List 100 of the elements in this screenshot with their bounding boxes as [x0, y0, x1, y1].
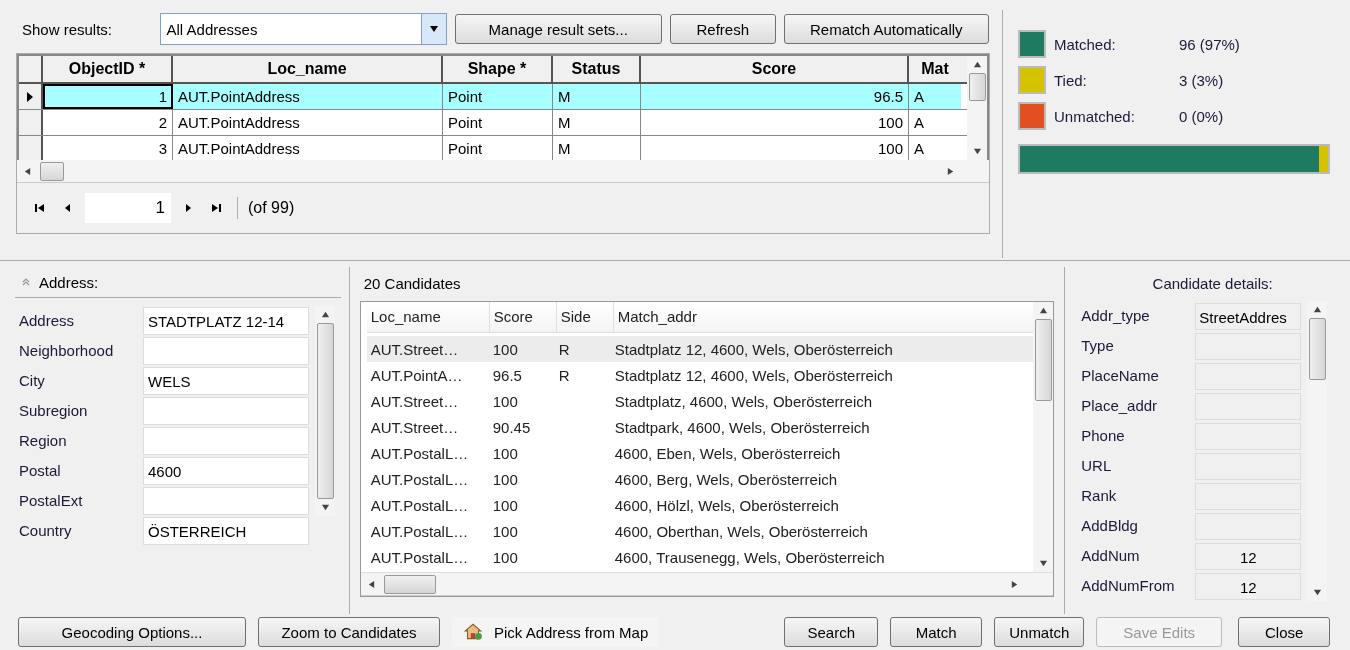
legend-label: Matched: [1054, 35, 1117, 53]
section-title: Candidate details: [1151, 274, 1274, 295]
table-cell-text: A [913, 113, 925, 133]
column-header[interactable]: Score [641, 56, 909, 82]
last-page-icon[interactable] [210, 203, 222, 213]
vertical-scrollbar[interactable] [1307, 301, 1328, 602]
horizontal-scrollbar[interactable] [17, 160, 989, 183]
toolbar-button[interactable]: Refresh [669, 14, 776, 44]
arrow-down-icon[interactable] [1312, 588, 1322, 598]
list-row[interactable]: AUT.Street… 90.45 Stadtpark, 4600, Wels, Oberösterreich [366, 414, 1034, 441]
scroll-thumb[interactable] [1034, 319, 1052, 402]
list-row[interactable]: AUT.Street… 100 R Stadtplatz 12, 4600, Wels, Oberösterreich [366, 336, 1034, 363]
first-page-icon[interactable] [34, 203, 46, 213]
vertical-scrollbar[interactable] [315, 306, 335, 517]
readonly-field: 12 [1195, 572, 1302, 600]
input-field[interactable] [143, 427, 309, 456]
legend-value: 0 (0%) [1179, 107, 1225, 125]
results-dropdown[interactable]: All Addresses [159, 13, 447, 45]
arrow-up-icon[interactable] [972, 60, 982, 69]
table-cell: 2 [43, 110, 173, 135]
action-button[interactable]: Search [784, 617, 879, 648]
action-button[interactable]: Zoom to Candidates [258, 617, 440, 648]
vertical-scrollbar[interactable] [1033, 302, 1054, 573]
action-button[interactable]: Match [890, 617, 983, 648]
readonly-field: 12 [1195, 542, 1302, 570]
row-header[interactable] [19, 84, 43, 109]
arrow-down-icon[interactable] [972, 147, 982, 156]
column-header[interactable]: Match_addr [613, 302, 1022, 333]
input-field[interactable] [143, 487, 309, 516]
list-row[interactable]: AUT.PostalL… 100 4600, Trausenegg, Wels, Oberösterreich [366, 544, 1034, 571]
scroll-thumb[interactable] [1308, 318, 1326, 381]
table-cell: AUT.PostalL… [370, 548, 469, 566]
row-header[interactable] [19, 110, 43, 135]
input-field[interactable]: WELS [143, 367, 309, 396]
scroll-thumb[interactable] [40, 161, 64, 181]
arrow-left-icon[interactable] [366, 579, 376, 589]
field-label: Type [1081, 336, 1115, 357]
table-cell: AUT.PostalL… [370, 470, 469, 488]
field-label: Subregion [19, 401, 89, 422]
list-row[interactable]: AUT.PostalL… 100 4600, Eben, Wels, Oberösterreich [366, 440, 1034, 467]
column-header[interactable]: Side [556, 302, 614, 333]
list-row[interactable]: AUT.PostalL… 100 4600, Hölzl, Wels, Oberösterreich [366, 492, 1034, 519]
input-field[interactable] [143, 337, 309, 366]
table-cell: R [558, 366, 570, 384]
action-button[interactable]: Unmatch [994, 617, 1085, 648]
toolbar-button[interactable]: Rematch Automatically [783, 14, 989, 44]
column-header[interactable]: Score [489, 302, 557, 333]
page-field[interactable]: 1 [85, 193, 171, 223]
column-header[interactable]: Loc_name [366, 302, 490, 333]
pick-address-tool[interactable]: Pick Address from Map [452, 617, 659, 648]
arrow-down-icon[interactable] [1038, 559, 1048, 569]
table-cell: 100 [492, 470, 518, 488]
table-cell: 100 [492, 340, 518, 358]
arrow-left-icon[interactable] [23, 166, 32, 176]
arrow-right-icon[interactable] [1010, 579, 1020, 589]
table-cell: Stadtplatz 12, 4600, Wels, Oberösterreich [614, 366, 893, 384]
toolbar-button[interactable]: Manage result sets... [454, 14, 662, 44]
arrow-up-icon[interactable] [1312, 305, 1322, 315]
table-cell: 4600, Oberthan, Wels, Oberösterreich [614, 522, 868, 540]
horizontal-scrollbar[interactable] [360, 572, 1054, 597]
input-field[interactable]: ÖSTERREICH [143, 517, 309, 546]
column-header[interactable]: Loc_name [173, 56, 443, 82]
table-cell: Stadtplatz, 4600, Wels, Oberösterreich [614, 392, 873, 410]
action-button[interactable]: Geocoding Options... [18, 617, 246, 648]
show-results-label: Show results: [21, 20, 114, 38]
input-field[interactable] [143, 397, 309, 426]
field-label: URL [1081, 456, 1113, 477]
column-header[interactable]: ObjectID * [43, 56, 173, 82]
arrow-right-icon[interactable] [946, 166, 955, 176]
input-field[interactable]: 4600 [143, 457, 309, 486]
field-label: AddNum [1081, 546, 1141, 567]
row-header[interactable] [19, 136, 43, 160]
column-header[interactable]: Shape * [443, 56, 553, 82]
table-cell: 100 [492, 522, 518, 540]
column-header[interactable]: Status [553, 56, 641, 82]
section-title: Address: [39, 273, 99, 291]
table-cell: 96.5 [641, 84, 909, 109]
arrow-down-icon[interactable] [320, 503, 330, 513]
list-row[interactable]: AUT.PostalL… 100 4600, Berg, Wels, Oberösterreich [366, 466, 1034, 493]
field-label: Place_addr [1081, 396, 1159, 417]
table-cell: 4600, Hölzl, Wels, Oberösterreich [614, 496, 839, 514]
scroll-thumb[interactable] [383, 574, 436, 594]
arrow-up-icon[interactable] [1038, 306, 1048, 316]
table-cell: 1 [43, 84, 173, 109]
table-cell: AUT.Street… [370, 418, 459, 436]
field-label: AddBldg [1081, 516, 1139, 537]
arrow-up-icon[interactable] [320, 310, 330, 320]
field-label: Neighborhood [19, 341, 115, 362]
list-row[interactable]: AUT.PointA… 96.5 R Stadtplatz 12, 4600, Wels, Oberösterreich [366, 362, 1034, 389]
input-field[interactable]: STADTPLATZ 12-14 [143, 307, 309, 336]
table-cell: AUT.PostalL… [370, 444, 469, 462]
list-row[interactable]: AUT.PostalL… 100 4600, Oberthan, Wels, Oberösterreich [366, 518, 1034, 545]
vertical-scrollbar[interactable] [967, 56, 987, 160]
scroll-thumb[interactable] [968, 73, 986, 101]
action-button[interactable]: Close [1238, 617, 1331, 648]
column-header[interactable]: Mat [909, 56, 961, 82]
dropdown-arrow-icon[interactable] [428, 24, 439, 34]
list-row[interactable]: AUT.Street… 100 Stadtplatz, 4600, Wels, Oberösterreich [366, 388, 1034, 415]
scroll-thumb[interactable] [316, 323, 334, 500]
legend-label: Tied: [1054, 71, 1088, 89]
